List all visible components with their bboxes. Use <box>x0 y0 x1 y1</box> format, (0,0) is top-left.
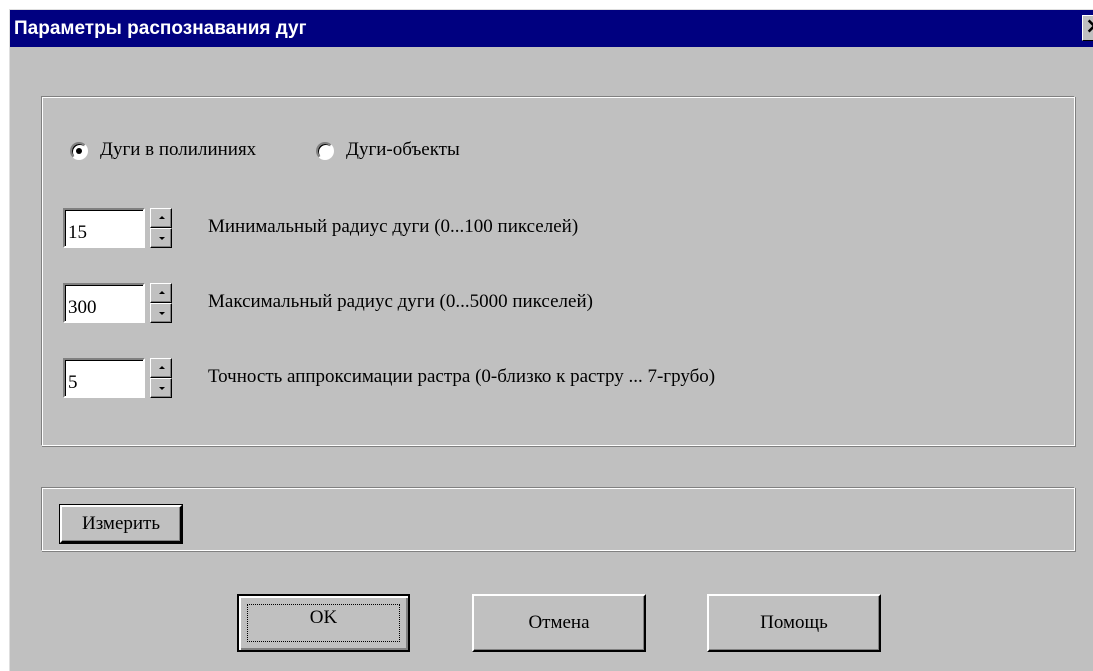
accuracy-spin-up[interactable] <box>150 358 172 378</box>
ok-button-label: OK <box>309 607 338 628</box>
measure-group <box>41 487 1075 551</box>
accuracy-label: Точность аппроксимации растра (0-близко … <box>208 366 716 387</box>
arrow-down-icon <box>159 387 165 390</box>
radio-label-polyline-arcs: Дуги в полилиниях <box>100 139 257 160</box>
radio-button-polyline-arcs[interactable] <box>70 142 88 160</box>
window-title: Параметры распознавания дуг <box>14 18 307 39</box>
min-radius-label: Минимальный радиус дуги (0...100 пикселе… <box>208 216 579 237</box>
min-radius-input[interactable] <box>63 208 145 248</box>
max-radius-spin-up[interactable] <box>150 283 172 303</box>
cancel-button[interactable]: Отмена <box>472 594 646 652</box>
accuracy-input[interactable] <box>63 358 145 398</box>
max-radius-label: Максимальный радиус дуги (0...5000 пиксе… <box>208 291 593 312</box>
arrow-down-icon <box>159 237 165 240</box>
close-icon: × <box>1085 14 1093 39</box>
help-button[interactable]: Помощь <box>707 594 881 652</box>
arrow-up-icon <box>159 291 165 294</box>
max-radius-spin-down[interactable] <box>150 303 172 323</box>
close-button[interactable]: × <box>1082 15 1093 41</box>
title-bar: Параметры распознавания дуг × <box>10 10 1093 47</box>
radio-selected-dot <box>76 148 82 154</box>
parameters-group: Дуги в полилиниях Дуги-объекты Минимальн… <box>41 96 1075 446</box>
measure-button[interactable]: Измерить <box>59 504 183 544</box>
arrow-down-icon <box>159 312 165 315</box>
max-radius-input[interactable] <box>63 283 145 323</box>
radio-button-arc-objects[interactable] <box>316 142 334 160</box>
dialog-window: Параметры распознавания дуг × Дуги в пол… <box>9 9 1093 671</box>
arrow-up-icon <box>159 366 165 369</box>
radio-label-arc-objects: Дуги-объекты <box>346 139 460 160</box>
arrow-up-icon <box>159 216 165 219</box>
min-radius-spin-down[interactable] <box>150 228 172 248</box>
accuracy-spin-down[interactable] <box>150 378 172 398</box>
ok-button[interactable]: OK <box>237 594 410 652</box>
min-radius-spin-up[interactable] <box>150 208 172 228</box>
